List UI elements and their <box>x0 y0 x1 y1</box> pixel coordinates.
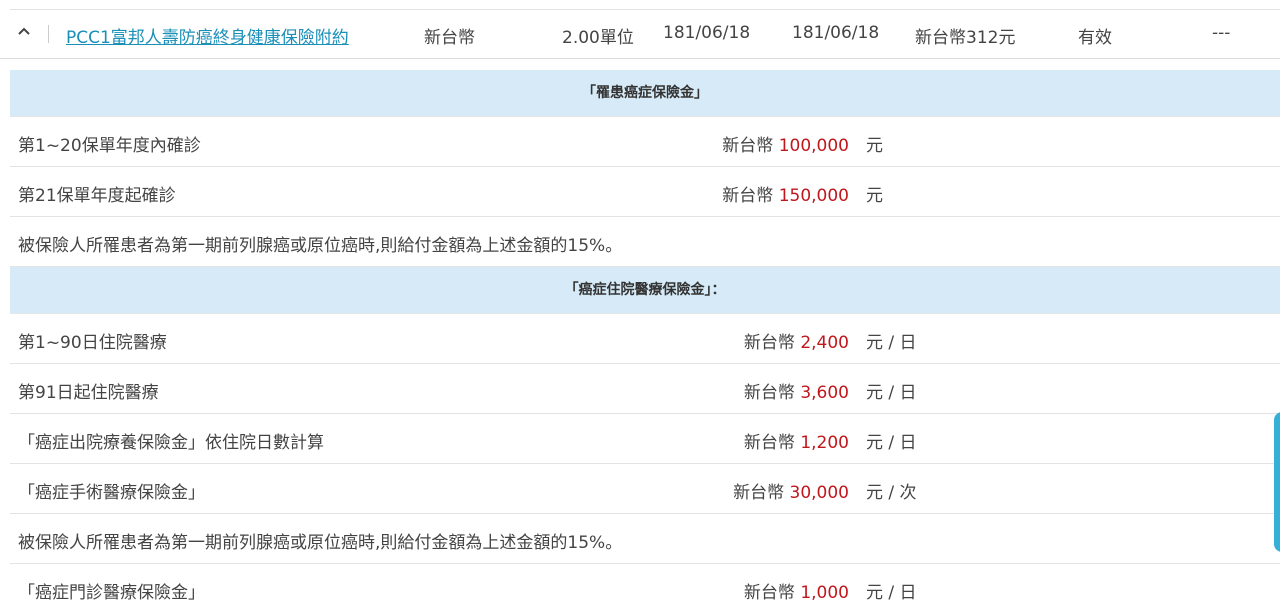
benefit-label: 「癌症門診醫療保險金」 <box>18 583 205 603</box>
plan-date-start: 181/06/18 <box>663 23 751 43</box>
currency: 新台幣 <box>743 433 795 453</box>
plan-units: 2.00單位 <box>562 28 634 48</box>
benefit-row: 「癌症出院療養保險金」依住院日數計算 新台幣 1,200 元 / 日 <box>10 414 1280 464</box>
plan-date-end: 181/06/18 <box>792 23 880 43</box>
plan-premium: 新台幣312元 <box>915 28 1016 48</box>
benefit-unit: 元 / 次 <box>866 483 917 503</box>
amount-value: 1,200 <box>800 433 849 453</box>
benefit-label: 「癌症出院療養保險金」依住院日數計算 <box>18 433 324 453</box>
benefit-row: 第91日起住院醫療 新台幣 3,600 元 / 日 <box>10 364 1280 414</box>
currency: 新台幣 <box>743 583 795 603</box>
currency: 新台幣 <box>722 136 774 156</box>
side-panel-tab[interactable] <box>1274 412 1280 552</box>
benefit-label: 第1~20保單年度內確診 <box>18 136 201 156</box>
benefit-details: 「罹患癌症保險金」 第1~20保單年度內確診 新台幣 100,000 元 第21… <box>10 70 1280 613</box>
benefit-amount: 新台幣 1,000 <box>744 578 849 603</box>
amount-value: 2,400 <box>800 333 849 353</box>
benefit-label: 第21保單年度起確診 <box>18 186 176 206</box>
amount-value: 100,000 <box>778 136 849 156</box>
amount-value: 30,000 <box>789 483 849 503</box>
plan-currency: 新台幣 <box>424 28 475 48</box>
amount-value: 150,000 <box>778 186 849 206</box>
currency: 新台幣 <box>722 186 774 206</box>
plan-name-link[interactable]: PCC1富邦人壽防癌終身健康保險附約 <box>66 23 349 48</box>
benefit-note: 被保險人所罹患者為第一期前列腺癌或原位癌時,則給付金額為上述金額的15%。 <box>18 533 623 553</box>
amount-value: 1,000 <box>800 583 849 603</box>
benefit-unit: 元 / 日 <box>866 433 917 453</box>
currency: 新台幣 <box>743 333 795 353</box>
benefit-amount: 新台幣 3,600 <box>744 378 849 403</box>
currency: 新台幣 <box>743 383 795 403</box>
section-header: 「罹患癌症保險金」 <box>10 70 1280 117</box>
benefit-amount: 新台幣 150,000 <box>722 181 849 206</box>
benefit-unit: 元 / 日 <box>866 383 917 403</box>
benefit-row: 「癌症門診醫療保險金」 新台幣 1,000 元 / 日 <box>10 564 1280 613</box>
amount-value: 3,600 <box>800 383 849 403</box>
benefit-unit: 元 <box>866 136 883 156</box>
benefit-note-row: 被保險人所罹患者為第一期前列腺癌或原位癌時,則給付金額為上述金額的15%。 <box>10 514 1280 564</box>
benefit-unit: 元 <box>866 186 883 206</box>
benefit-amount: 新台幣 2,400 <box>744 328 849 353</box>
plan-extra: --- <box>1212 23 1231 43</box>
chevron-up-icon[interactable] <box>14 22 34 42</box>
benefit-note: 被保險人所罹患者為第一期前列腺癌或原位癌時,則給付金額為上述金額的15%。 <box>18 236 623 256</box>
benefit-row: 第1~20保單年度內確診 新台幣 100,000 元 <box>10 117 1280 167</box>
currency: 新台幣 <box>733 483 785 503</box>
benefit-amount: 新台幣 1,200 <box>744 428 849 453</box>
benefit-note-row: 被保險人所罹患者為第一期前列腺癌或原位癌時,則給付金額為上述金額的15%。 <box>10 217 1280 267</box>
benefit-row: 第1~90日住院醫療 新台幣 2,400 元 / 日 <box>10 314 1280 364</box>
section-header: 「癌症住院醫療保險金」： <box>10 267 1280 314</box>
benefit-row: 「癌症手術醫療保險金」 新台幣 30,000 元 / 次 <box>10 464 1280 514</box>
divider <box>48 25 49 43</box>
plan-status: 有效 <box>1078 28 1112 48</box>
benefit-unit: 元 / 日 <box>866 333 917 353</box>
benefit-unit: 元 / 日 <box>866 583 917 603</box>
benefit-label: 第91日起住院醫療 <box>18 383 159 403</box>
benefit-label: 第1~90日住院醫療 <box>18 333 167 353</box>
benefit-amount: 新台幣 30,000 <box>733 478 849 503</box>
plan-summary-row: PCC1富邦人壽防癌終身健康保險附約 新台幣 2.00單位 181/06/18 … <box>0 10 1280 59</box>
benefit-amount: 新台幣 100,000 <box>722 131 849 156</box>
benefit-label: 「癌症手術醫療保險金」 <box>18 483 205 503</box>
benefit-row: 第21保單年度起確診 新台幣 150,000 元 <box>10 167 1280 217</box>
